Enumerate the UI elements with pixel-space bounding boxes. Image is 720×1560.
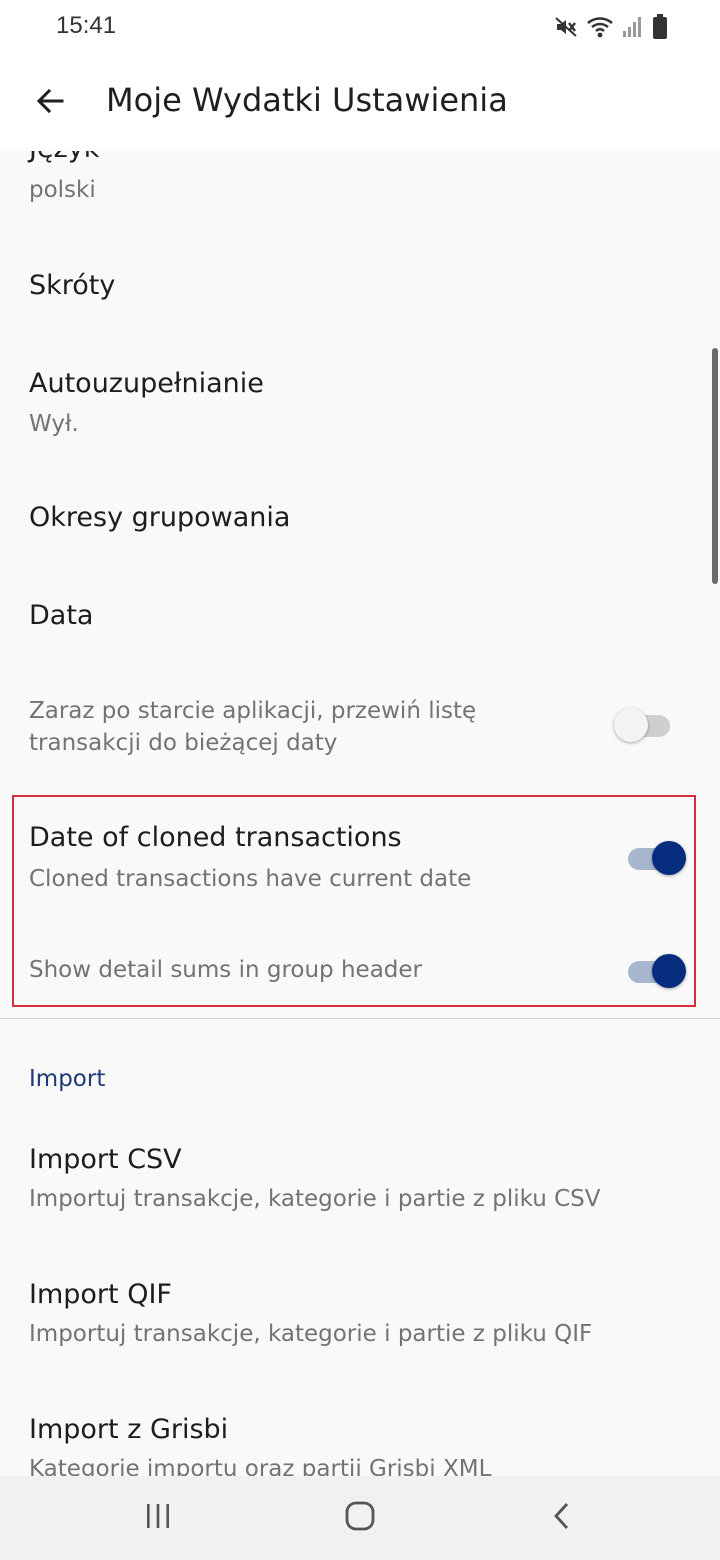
pref-title: Skróty: [29, 270, 116, 301]
pref-title: Date of cloned transactions: [29, 822, 402, 853]
arrow-back-icon: [34, 85, 66, 121]
battery-icon: [652, 14, 668, 40]
pref-date[interactable]: Data: [0, 569, 720, 665]
pref-title: Import z Grisbi: [29, 1414, 229, 1445]
page-title: Moje Wydatki Ustawienia: [106, 81, 508, 119]
pref-title: Import QIF: [29, 1279, 172, 1310]
status-bar: 15:41: [0, 0, 720, 55]
section-divider: [0, 1018, 720, 1019]
signal-icon: [622, 15, 644, 39]
back-icon: [547, 1501, 577, 1535]
recent-apps-button[interactable]: [136, 1496, 180, 1540]
pref-summary: Cloned transactions have current date: [29, 866, 472, 892]
scroll-to-date-switch[interactable]: [614, 708, 674, 744]
pref-title: Język: [29, 151, 99, 164]
status-icons: [554, 14, 668, 40]
pref-title: Data: [29, 600, 94, 631]
switch-thumb: [614, 708, 648, 742]
pref-summary: Kategorie importu oraz partii Grisbi XML: [29, 1456, 492, 1476]
pref-title: Okresy grupowania: [29, 502, 291, 533]
wifi-icon: [586, 15, 614, 39]
pref-autocomplete[interactable]: Autouzupełnianie Wył.: [0, 347, 720, 467]
pref-scroll-to-current-date[interactable]: Zaraz po starcie aplikacji, przewiń list…: [0, 681, 720, 791]
home-button[interactable]: [338, 1496, 382, 1540]
nav-back-button[interactable]: [540, 1496, 584, 1540]
pref-title: Autouzupełnianie: [29, 368, 264, 399]
back-button[interactable]: [22, 75, 78, 131]
pref-import-csv[interactable]: Import CSV Importuj transakcje, kategori…: [0, 1126, 720, 1246]
pref-language[interactable]: Język polski: [0, 151, 720, 231]
pref-cloned-transactions-date[interactable]: Date of cloned transactions Cloned trans…: [0, 801, 720, 901]
recent-apps-icon: [143, 1501, 173, 1535]
pref-grouping-periods[interactable]: Okresy grupowania: [0, 471, 720, 567]
pref-summary-line2: transakcji do bieżącej daty: [29, 730, 338, 756]
pref-import-qif[interactable]: Import QIF Importuj transakcje, kategori…: [0, 1261, 720, 1381]
pref-title: Import CSV: [29, 1144, 182, 1175]
switch-thumb: [652, 841, 686, 875]
pref-summary: Wył.: [29, 411, 79, 437]
navigation-bar: [0, 1476, 720, 1560]
cloned-date-switch[interactable]: [626, 841, 686, 877]
pref-summary: polski: [29, 177, 96, 203]
app-bar: Moje Wydatki Ustawienia: [0, 55, 720, 151]
pref-summary: Show detail sums in group header: [29, 957, 422, 983]
pref-summary: Importuj transakcje, kategorie i partie …: [29, 1186, 601, 1212]
settings-list[interactable]: Język polski Skróty Autouzupełnianie Wył…: [0, 151, 720, 1476]
category-import: Import: [29, 1066, 106, 1092]
mute-icon: [554, 15, 578, 39]
pref-import-grisbi[interactable]: Import z Grisbi Kategorie importu oraz p…: [0, 1396, 720, 1476]
home-icon: [344, 1500, 376, 1536]
pref-summary: Zaraz po starcie aplikacji, przewiń list…: [29, 698, 477, 724]
switch-thumb: [652, 954, 686, 988]
detail-sums-switch[interactable]: [626, 954, 686, 990]
pref-detail-sums[interactable]: Show detail sums in group header: [0, 921, 720, 999]
pref-shortcuts[interactable]: Skróty: [0, 239, 720, 335]
pref-summary: Importuj transakcje, kategorie i partie …: [29, 1321, 593, 1347]
status-time: 15:41: [56, 12, 117, 39]
scrollbar[interactable]: [712, 348, 718, 584]
